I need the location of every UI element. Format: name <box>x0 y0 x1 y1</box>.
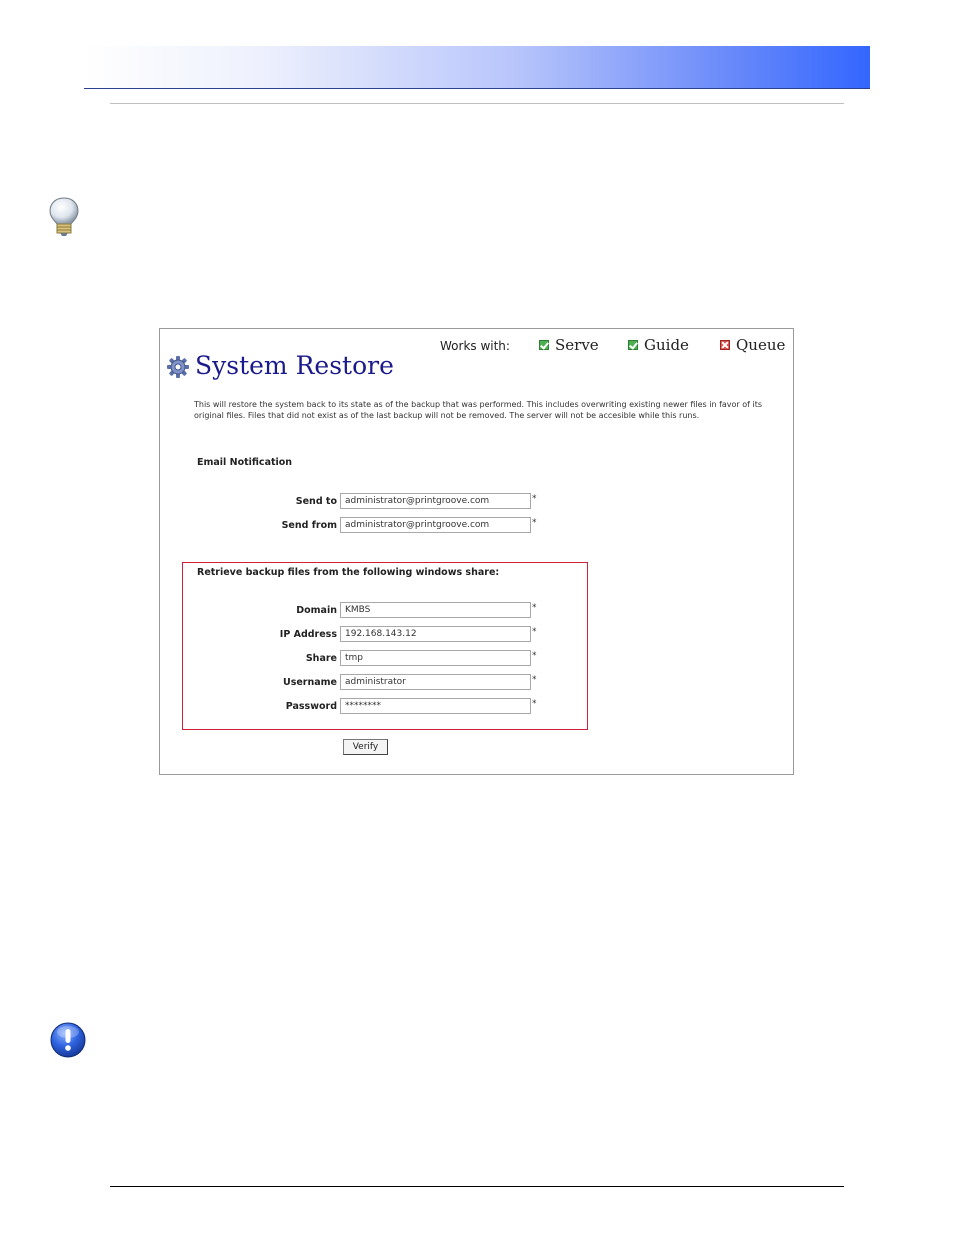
username-field[interactable] <box>340 674 531 690</box>
product-guide: Guide <box>628 336 689 354</box>
product-serve: Serve <box>539 336 599 354</box>
unchecked-x-icon <box>720 340 730 350</box>
share-label: Share <box>305 653 337 664</box>
lightbulb-icon <box>47 196 81 238</box>
send-from-field[interactable] <box>340 517 531 533</box>
product-queue: Queue <box>720 336 785 354</box>
required-marker: * <box>532 603 537 613</box>
gear-icon <box>167 356 189 378</box>
domain-field[interactable] <box>340 602 531 618</box>
ip-address-label: IP Address <box>279 629 337 640</box>
required-marker: * <box>532 627 537 637</box>
username-label: Username <box>282 677 337 688</box>
password-field[interactable] <box>340 698 531 714</box>
product-name: Guide <box>644 336 689 354</box>
page-title: System Restore <box>195 351 394 380</box>
required-marker: * <box>532 518 537 528</box>
footer-rule <box>110 1186 844 1187</box>
description-text: This will restore the system back to its… <box>194 400 763 420</box>
send-to-label: Send to <box>295 496 337 507</box>
password-label: Password <box>285 701 337 712</box>
required-marker: * <box>532 494 537 504</box>
ip-address-field[interactable] <box>340 626 531 642</box>
required-marker: * <box>532 651 537 661</box>
send-to-field[interactable] <box>340 493 531 509</box>
verify-button[interactable]: Verify <box>343 739 388 755</box>
product-name: Serve <box>555 336 599 354</box>
exclamation-icon <box>49 1021 87 1059</box>
system-restore-figure: System Restore Works with: Serve Guide Q… <box>159 328 794 775</box>
email-notification-heading: Email Notification <box>197 457 293 468</box>
header-rule <box>110 103 844 104</box>
required-marker: * <box>532 675 537 685</box>
works-with-label: Works with: <box>440 339 510 353</box>
send-from-label: Send from <box>281 520 337 531</box>
windows-share-heading: Retrieve backup files from the following… <box>197 567 500 578</box>
checked-icon <box>539 340 549 350</box>
share-field[interactable] <box>340 650 531 666</box>
checked-icon <box>628 340 638 350</box>
product-name: Queue <box>736 336 786 354</box>
header-band <box>84 46 870 89</box>
domain-label: Domain <box>296 605 337 616</box>
required-marker: * <box>532 699 537 709</box>
